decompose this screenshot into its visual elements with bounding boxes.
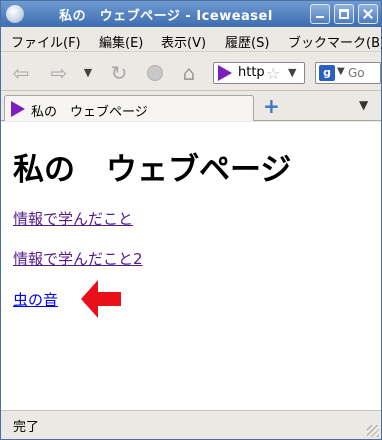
bookmark-star-icon[interactable]: ☆ bbox=[266, 64, 280, 83]
tab-list-dropdown-icon[interactable]: ▼ bbox=[359, 98, 368, 112]
tab-favicon-icon bbox=[11, 101, 25, 117]
close-icon bbox=[359, 5, 377, 23]
history-dropdown-icon[interactable]: ▼ bbox=[81, 61, 95, 85]
menu-history[interactable]: 履歴(S) bbox=[225, 32, 269, 51]
tab-label: 私の ウェブページ bbox=[31, 105, 148, 120]
menu-view[interactable]: 表示(V) bbox=[161, 32, 206, 51]
engine-dropdown-icon[interactable]: ▼ bbox=[337, 66, 345, 77]
link-insect-sounds[interactable]: 虫の音 bbox=[13, 289, 58, 310]
menu-bar: ファイル(F) 編集(E) 表示(V) 履歴(S) ブックマーク(B) bbox=[1, 28, 382, 52]
google-g-icon[interactable]: g bbox=[319, 65, 335, 81]
page-content: 私の ウェブページ 情報で学んだこと 情報で学んだこと2 虫の音 bbox=[1, 122, 381, 410]
url-text[interactable]: http bbox=[238, 65, 264, 80]
minimize-button[interactable] bbox=[310, 4, 330, 24]
status-bar: 完了 bbox=[1, 410, 381, 439]
home-icon[interactable]: ⌂ bbox=[177, 61, 201, 85]
url-bar[interactable]: http ☆ ▼ bbox=[213, 62, 305, 84]
resize-grip-icon[interactable] bbox=[367, 425, 379, 437]
link-info-learned-2[interactable]: 情報で学んだこと2 bbox=[13, 248, 143, 269]
page-title: 私の ウェブページ bbox=[13, 152, 292, 188]
search-input[interactable] bbox=[348, 64, 380, 82]
link-info-learned[interactable]: 情報で学んだこと bbox=[13, 208, 133, 229]
browser-window: 私の ウェブページ - Iceweasel ファイル(F) 編集(E) 表示(V… bbox=[0, 0, 382, 440]
menu-file[interactable]: ファイル(F) bbox=[11, 32, 81, 51]
menu-edit[interactable]: 編集(E) bbox=[99, 32, 143, 51]
app-icon[interactable] bbox=[6, 5, 24, 23]
maximize-button[interactable] bbox=[334, 4, 354, 24]
maximize-icon bbox=[335, 5, 353, 23]
forward-icon[interactable]: ⇨ bbox=[47, 61, 71, 85]
red-left-arrow-icon bbox=[81, 280, 121, 318]
minimize-icon bbox=[311, 5, 329, 23]
search-bar[interactable]: g ▼ bbox=[315, 62, 381, 84]
navigation-toolbar: ⇦ ⇨ ▼ ↻ ⌂ http ☆ ▼ g ▼ bbox=[1, 53, 381, 91]
window-title: 私の ウェブページ - Iceweasel bbox=[59, 9, 273, 24]
back-icon[interactable]: ⇦ bbox=[9, 61, 33, 85]
url-dropdown-icon[interactable]: ▼ bbox=[288, 66, 296, 79]
site-identity-icon[interactable] bbox=[218, 65, 232, 81]
new-tab-icon[interactable]: + bbox=[263, 96, 280, 116]
status-text: 完了 bbox=[13, 420, 40, 435]
title-bar: 私の ウェブページ - Iceweasel bbox=[1, 1, 381, 27]
menu-bookmarks[interactable]: ブックマーク(B) bbox=[288, 32, 382, 51]
close-button[interactable] bbox=[358, 4, 378, 24]
stop-icon bbox=[147, 65, 163, 81]
reload-icon[interactable]: ↻ bbox=[107, 61, 131, 85]
stop-button[interactable] bbox=[143, 61, 167, 85]
tab-current[interactable]: 私の ウェブページ bbox=[4, 95, 254, 121]
tab-strip: 私の ウェブページ + ▼ bbox=[1, 92, 381, 121]
